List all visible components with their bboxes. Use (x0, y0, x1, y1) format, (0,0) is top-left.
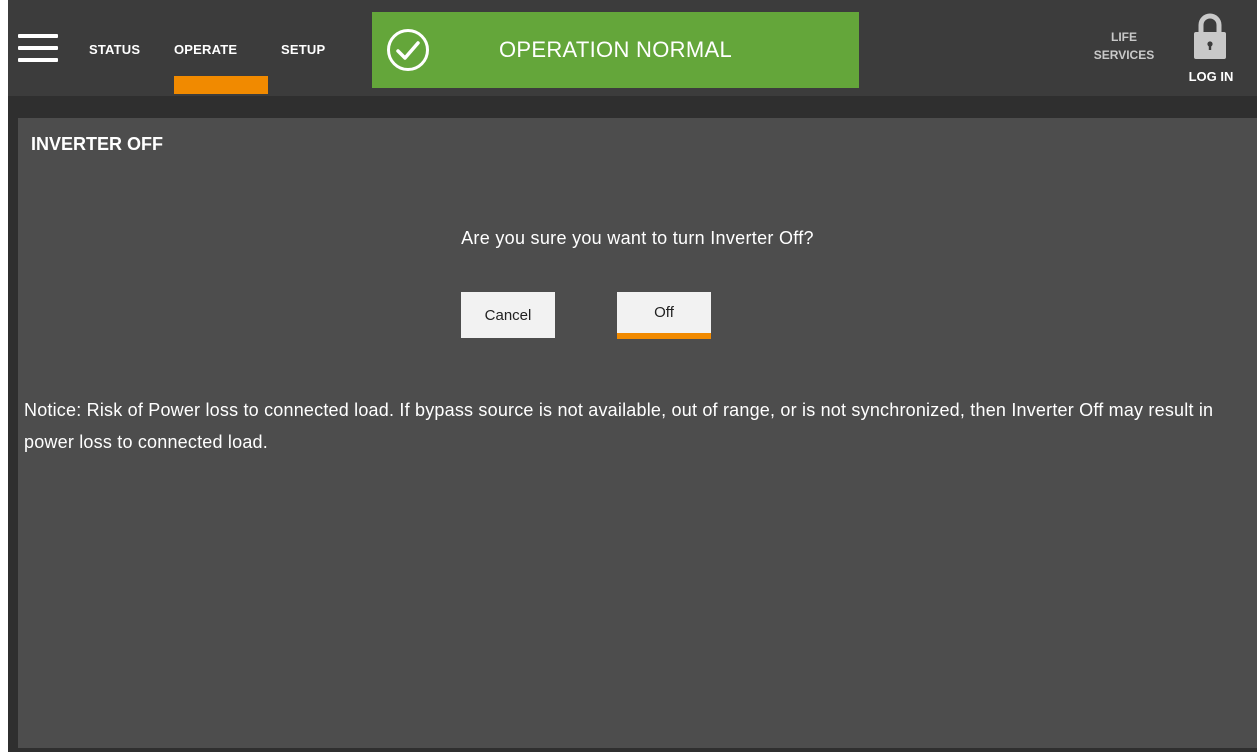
inverter-off-panel: INVERTER OFF Are you sure you want to tu… (18, 118, 1257, 748)
lock-icon (1194, 13, 1226, 59)
tab-operate-label: OPERATE (174, 42, 238, 57)
confirm-question: Are you sure you want to turn Inverter O… (461, 228, 814, 248)
life-services-line1: LIFE (1111, 30, 1137, 44)
status-banner-text: OPERATION NORMAL (499, 37, 732, 62)
life-services-line2: SERVICES (1093, 48, 1155, 62)
login-label: LOG IN (1188, 69, 1234, 84)
off-button-label: Off (654, 304, 674, 321)
top-bar: STATUS OPERATE SETUP OPERATION NORMAL LI… (8, 0, 1257, 96)
operation-status-banner: OPERATION NORMAL (372, 12, 859, 88)
tab-setup-label: SETUP (281, 42, 326, 57)
off-button[interactable]: Off (617, 292, 711, 339)
app-frame: STATUS OPERATE SETUP OPERATION NORMAL LI… (8, 0, 1257, 752)
tab-setup[interactable]: SETUP (281, 42, 325, 96)
active-tab-indicator (174, 76, 268, 94)
cancel-button[interactable]: Cancel (461, 292, 555, 338)
panel-title: INVERTER OFF (31, 134, 164, 154)
tab-operate[interactable]: OPERATE (174, 42, 268, 96)
tab-status-label: STATUS (89, 42, 141, 57)
cancel-button-label: Cancel (484, 306, 532, 324)
hamburger-menu-icon[interactable] (18, 34, 58, 64)
tab-status[interactable]: STATUS (89, 42, 140, 96)
power-loss-notice: Notice: Risk of Power loss to connected … (24, 400, 1214, 452)
login-button[interactable]: LOG IN (1178, 12, 1244, 92)
life-services-link[interactable]: LIFE SERVICES (1084, 28, 1164, 64)
